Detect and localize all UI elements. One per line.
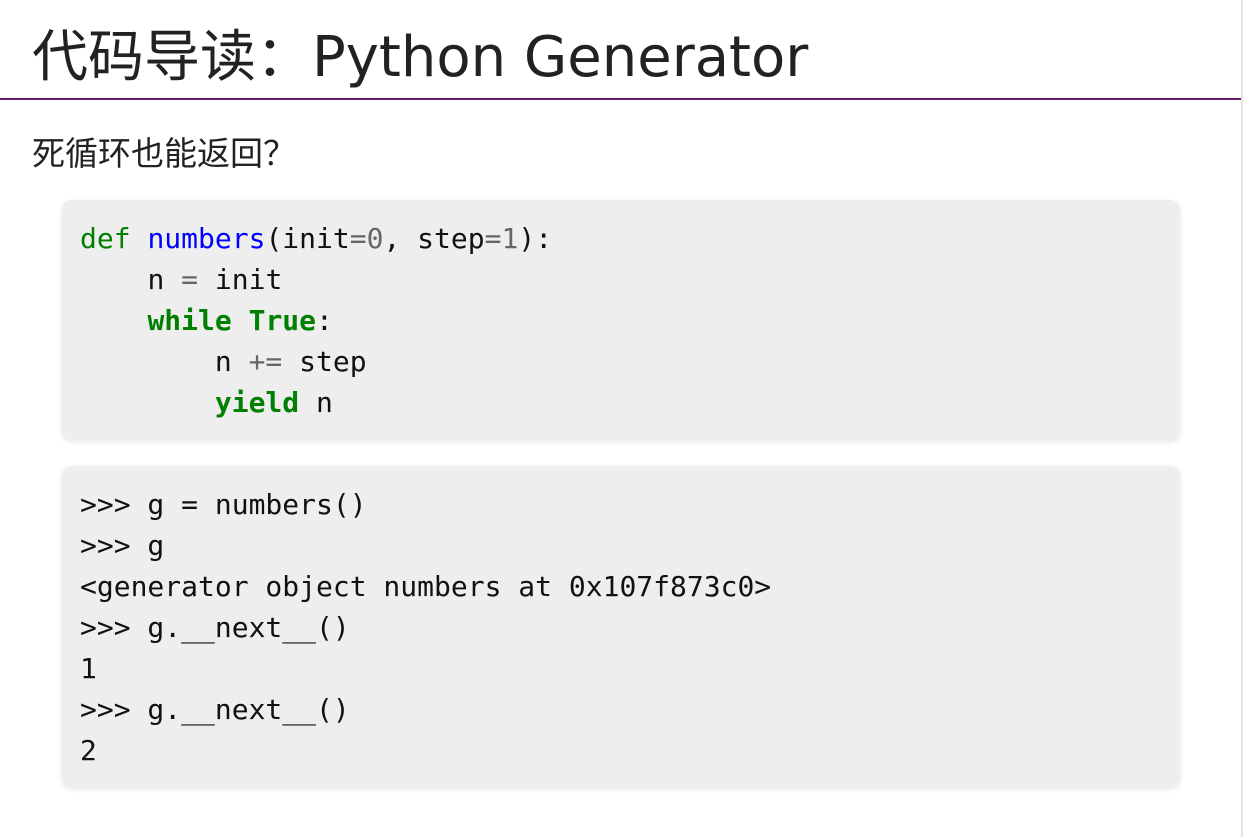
repl-line: <generator object numbers at 0x107f873c0… [80,570,772,603]
slide-header: 代码导读：Python Generator [0,0,1241,100]
repl-line: >>> g [80,529,165,562]
section-heading: 死循环也能返回？ [32,134,296,173]
code-line-1: def numbers(init=0, step=1): [80,222,553,255]
page-title: 代码导读：Python Generator [32,25,809,90]
repl-line: 1 [80,652,97,685]
repl-session-code-block: >>> g = numbers() >>> g <generator object … [62,466,1180,787]
repl-line: >>> g.__next__() [80,611,350,644]
repl-line: >>> g.__next__() [80,693,350,726]
code-line-3: while True: [147,304,333,337]
function-name: numbers [147,222,266,255]
code-line-2: n = init [147,263,283,296]
keyword-def: def [80,222,131,255]
function-definition-code-block: def numbers(init=0, step=1): n = init wh… [62,200,1180,440]
keyword-while: while [147,304,232,337]
keyword-true: True [248,304,317,337]
keyword-yield: yield [214,386,300,419]
code-line-4: n += step [214,345,367,378]
repl-line: 2 [80,734,97,767]
code-line-5: yield n [214,386,333,419]
repl-line: >>> g = numbers() [80,488,367,521]
